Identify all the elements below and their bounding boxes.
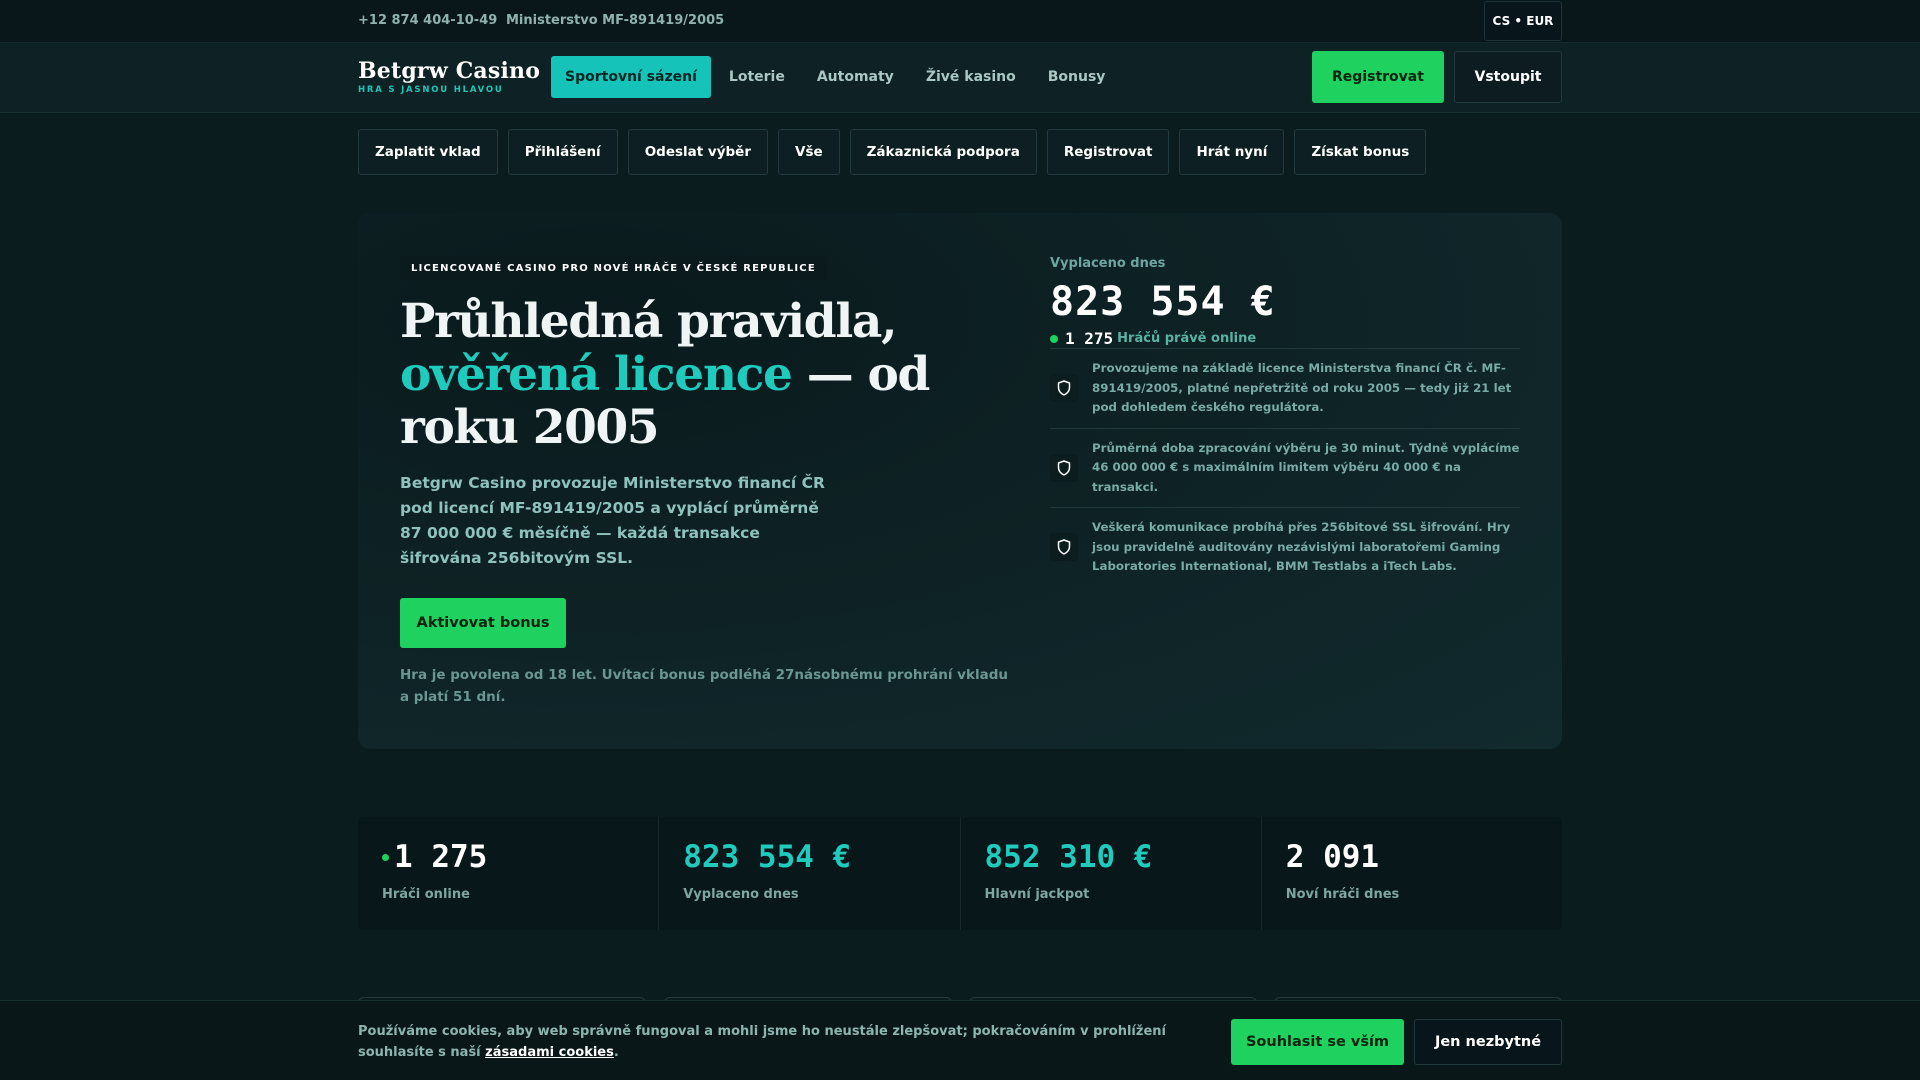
payout-amount: 823 554 €: [1050, 279, 1276, 325]
quick-link-zakaznicka-podpora[interactable]: Zákaznická podpora: [849, 129, 1037, 175]
quick-link-ziskat-bonus[interactable]: Získat bonus: [1294, 129, 1427, 175]
stat-label: Vyplaceno dnes: [683, 887, 799, 902]
hero-title-part1: Průhledná pravidla,: [400, 294, 897, 349]
nav-item-automaty[interactable]: Automaty: [803, 56, 908, 98]
quick-link-vse[interactable]: Vše: [778, 129, 840, 175]
stat-label: Hlavní jackpot: [984, 887, 1090, 902]
quick-link-prihlaseni[interactable]: Přihlášení: [507, 129, 618, 175]
feature-item: Provozujeme na základě licence Ministers…: [1050, 348, 1520, 428]
quick-link-zaplatit-vklad[interactable]: Zaplatit vklad: [358, 129, 498, 175]
logo-name: Betgrw Casino: [358, 58, 541, 84]
shield-icon: [1050, 453, 1078, 482]
top-bar: +12 874 404-10-49 Ministerstvo MF-891419…: [0, 0, 1920, 43]
payout-panel: Vyplaceno dnes 823 554 € 1 275 Hráčů prá…: [1050, 256, 1520, 587]
stat-value: 1 275: [394, 839, 488, 875]
feature-text: Průměrná doba zpracování výběru je 30 mi…: [1092, 440, 1520, 494]
payout-label: Vyplaceno dnes: [1050, 256, 1166, 271]
hero-fine-print: Hra je povolena od 18 let. Uvítací bonus…: [400, 667, 1008, 705]
language-currency-selector[interactable]: CS • EUR: [1484, 1, 1562, 41]
stat-value: 852 310 €: [984, 839, 1153, 875]
online-status-dot-icon: [1050, 334, 1058, 343]
feature-text: Veškerá komunikace probíhá přes 256bitov…: [1092, 520, 1511, 573]
online-label: Hráčů právě online: [1117, 331, 1257, 346]
quick-link-registrovat[interactable]: Registrovat: [1046, 129, 1170, 175]
shield-icon: [1050, 533, 1078, 562]
cookie-message: Používáme cookies, aby web správně fungo…: [358, 1021, 1218, 1063]
nav-item-loterie[interactable]: Loterie: [715, 56, 799, 98]
register-button[interactable]: Registrovat: [1312, 51, 1444, 103]
shield-icon: [1050, 374, 1078, 403]
essential-cookies-button[interactable]: Jen nezbytné: [1414, 1019, 1562, 1065]
hero-panel: LICENCOVANÉ CASINO PRO NOVÉ HRÁČE V ČESK…: [358, 213, 1562, 749]
stat-value: 823 554 €: [683, 839, 852, 875]
nav-item-bonusy[interactable]: Bonusy: [1034, 56, 1120, 98]
feature-item: Veškerá komunikace probíhá přes 256bitov…: [1050, 507, 1520, 587]
hero-lead: Betgrw Casino provozuje Ministerstvo fin…: [400, 474, 825, 567]
phone-number[interactable]: +12 874 404-10-49: [358, 13, 497, 28]
stats-bar: 1 275 Hráči online 823 554 € Vyplaceno d…: [358, 817, 1562, 930]
quick-link-odeslat-vyber[interactable]: Odeslat výběr: [627, 129, 768, 175]
online-count: 1 275: [1065, 329, 1114, 348]
online-players: 1 275 Hráčů právě online: [1050, 329, 1520, 348]
activate-bonus-button[interactable]: Aktivovat bonus: [400, 598, 566, 648]
login-button[interactable]: Vstoupit: [1454, 51, 1562, 103]
logo[interactable]: Betgrw Casino HRA S JASNOU HLAVOU: [358, 58, 540, 95]
stat-players-online: 1 275 Hráči online: [358, 817, 660, 930]
cookie-banner: Používáme cookies, aby web správně fungo…: [0, 1000, 1920, 1080]
nav-item-zive-kasino[interactable]: Živé kasino: [912, 56, 1030, 98]
logo-tagline: HRA S JASNOU HLAVOU: [358, 85, 504, 95]
stat-paid-today: 823 554 € Vyplaceno dnes: [659, 817, 961, 930]
license-badge: LICENCOVANÉ CASINO PRO NOVÉ HRÁČE V ČESK…: [400, 256, 827, 280]
stat-label: Noví hráči dnes: [1285, 887, 1400, 902]
quick-link-hrat-nyni[interactable]: Hrát nyní: [1179, 129, 1285, 175]
hero-title-accent: ověřená licence: [400, 347, 793, 402]
online-status-dot-icon: [382, 853, 389, 861]
main-header: Betgrw Casino HRA S JASNOU HLAVOU Sporto…: [0, 43, 1920, 113]
accept-all-cookies-button[interactable]: Souhlasit se vším: [1231, 1019, 1404, 1065]
feature-item: Průměrná doba zpracování výběru je 30 mi…: [1050, 427, 1520, 508]
hero-title: Průhledná pravidla, ověřená licence — od…: [400, 295, 1020, 454]
quick-links: Zaplatit vklad Přihlášení Odeslat výběr …: [358, 129, 1436, 175]
feature-text: Provozujeme na základě licence Ministers…: [1092, 361, 1512, 414]
main-nav: Sportovní sázení Loterie Automaty Živé k…: [551, 56, 1123, 98]
cookie-message-text: Používáme cookies, aby web správně fungo…: [358, 1024, 1166, 1060]
nav-item-sportovni-sazeni[interactable]: Sportovní sázení: [551, 56, 711, 98]
stat-value: 2 091: [1285, 839, 1380, 875]
stat-new-players: 2 091 Noví hráči dnes: [1262, 817, 1562, 930]
cookie-policy-link[interactable]: zásadami cookies: [485, 1045, 614, 1060]
license-number: Ministerstvo MF-891419/2005: [506, 13, 725, 28]
cookie-message-end: .: [613, 1045, 619, 1060]
stat-main-jackpot: 852 310 € Hlavní jackpot: [961, 817, 1262, 930]
stat-label: Hráči online: [382, 887, 470, 902]
